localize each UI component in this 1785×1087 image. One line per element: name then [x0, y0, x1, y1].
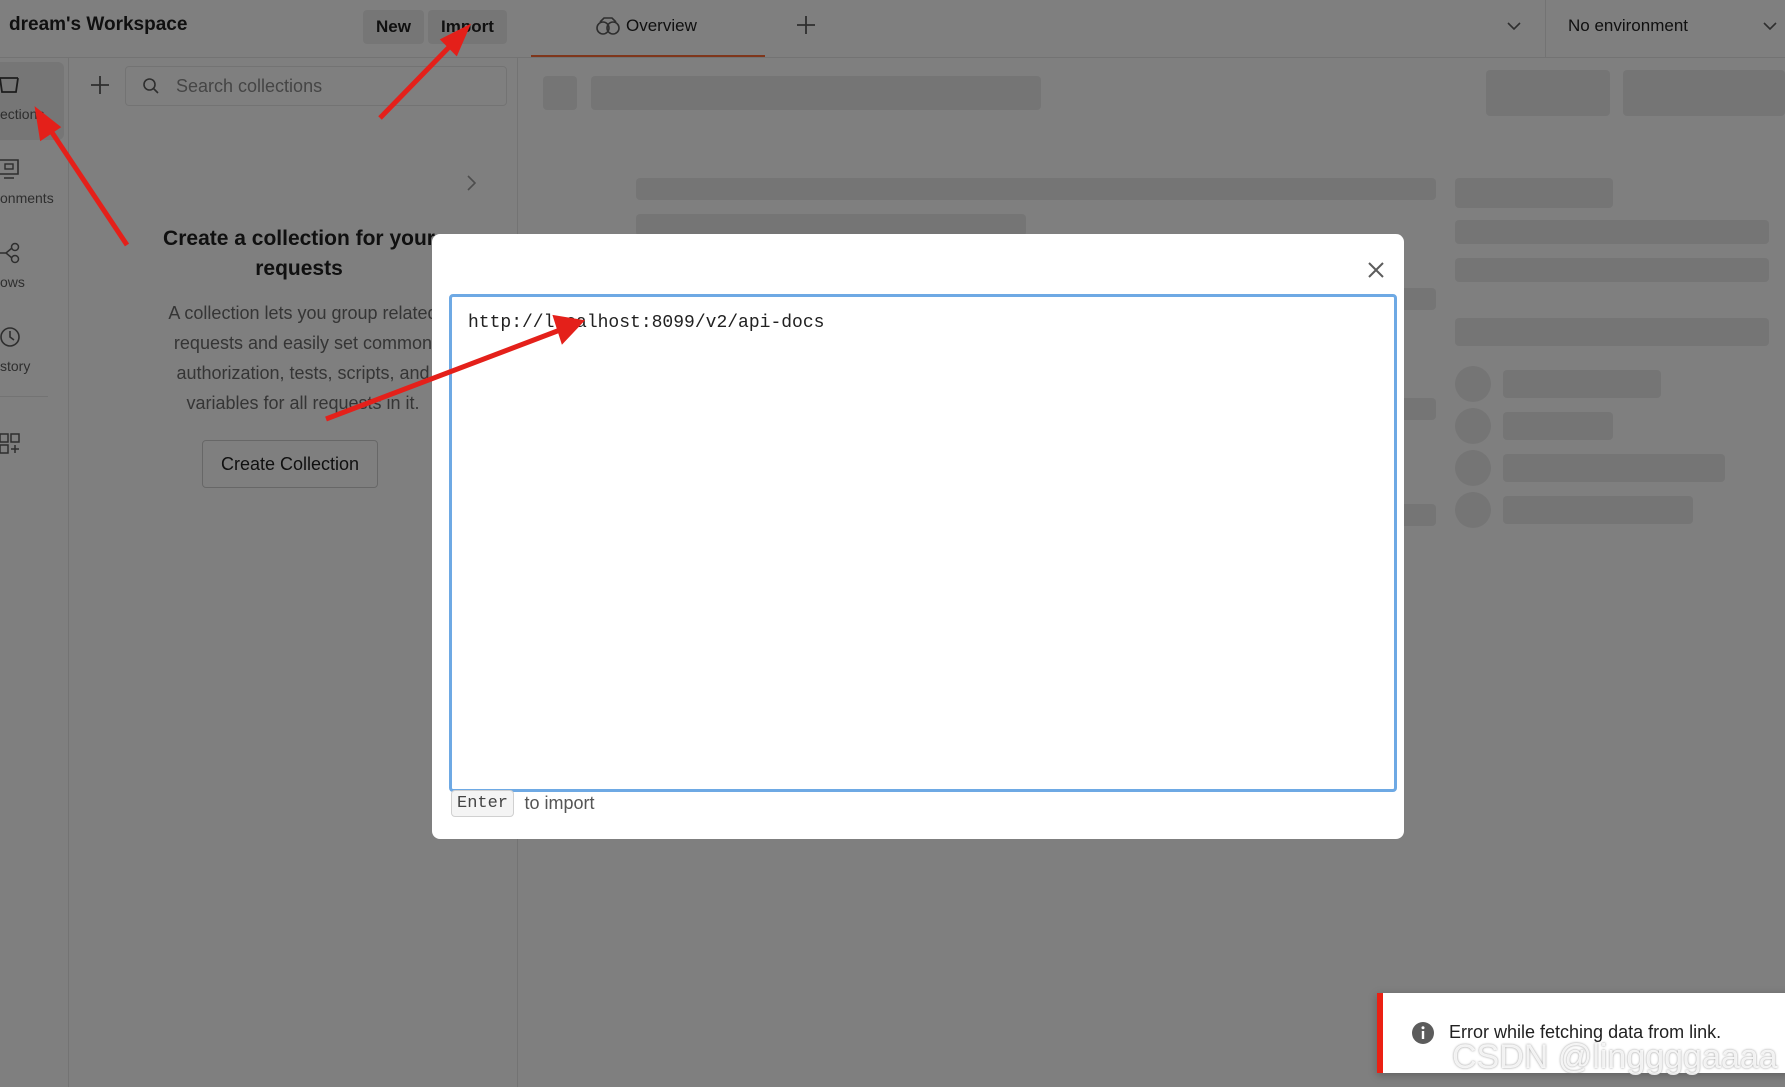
info-icon [1412, 1022, 1434, 1044]
import-link-input[interactable]: http://localhost:8099/v2/api-docs [449, 294, 1397, 792]
enter-key-hint: Enter [451, 790, 515, 817]
import-modal: http://localhost:8099/v2/api-docs Enter … [432, 234, 1404, 839]
close-icon[interactable] [1360, 254, 1392, 286]
import-hint: Enter to import [451, 790, 595, 820]
watermark: CSDN @linggggaaaa [1452, 1038, 1778, 1076]
hint-text: to import [524, 793, 595, 813]
